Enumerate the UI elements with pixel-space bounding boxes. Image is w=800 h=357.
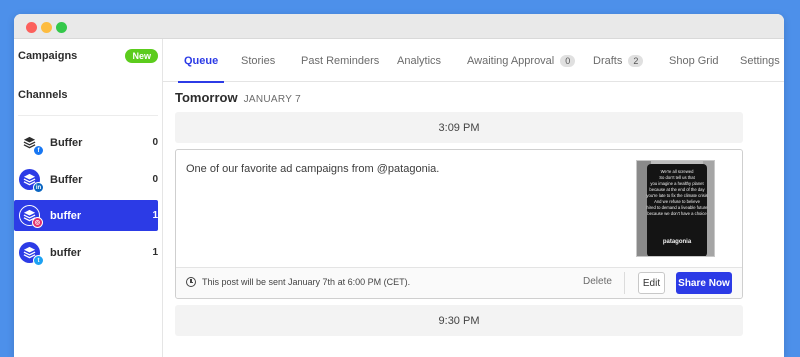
edit-button[interactable]: Edit	[638, 272, 665, 294]
tab-label: Awaiting Approval	[467, 54, 555, 67]
channel-name: Buffer	[50, 173, 83, 186]
minimize-window-button[interactable]	[41, 22, 52, 33]
tab-label: Drafts	[593, 54, 623, 67]
channel-name: Buffer	[50, 136, 83, 149]
clock-icon	[186, 277, 196, 287]
footer-divider	[624, 272, 625, 294]
schedule-info: This post will be sent January 7th at 6:…	[186, 277, 410, 287]
time-slot[interactable]: 3:09 PM	[175, 112, 743, 143]
channel-item[interactable]: t buffer 1	[14, 237, 158, 268]
tab-stories[interactable]: Stories	[241, 39, 275, 82]
tab-bar: Queue Stories Past Reminders Analytics A…	[163, 39, 784, 83]
tab-analytics[interactable]: Analytics	[397, 39, 441, 82]
tab-awaiting-approval[interactable]: Awaiting Approval 0	[467, 39, 576, 82]
tab-label: Analytics	[397, 54, 442, 67]
linkedin-icon: in	[33, 182, 44, 193]
channel-item[interactable]: in Buffer 0	[14, 164, 158, 195]
tab-label: Past Reminders	[301, 54, 380, 67]
channel-name: buffer	[50, 209, 82, 222]
facebook-icon: f	[33, 145, 44, 156]
time-slot-label: 3:09 PM	[438, 121, 480, 134]
new-badge: New	[125, 49, 158, 63]
date-label: JANUARY 7	[243, 94, 301, 105]
channel-count: 1	[152, 210, 158, 221]
channel-name: buffer	[50, 246, 82, 259]
image-line: We're all screwed	[661, 169, 695, 174]
sidebar: Campaigns New Channels f Buffer 0 in Buf…	[14, 39, 163, 357]
channel-avatar: ◎	[19, 205, 43, 228]
post-image-graphic: We're all screwed So don't tell us that …	[637, 161, 714, 256]
image-line: you're late to fix the climate crisis	[646, 193, 707, 198]
image-line: because at the end of the day	[649, 187, 705, 192]
tab-settings[interactable]: Settings	[740, 39, 780, 82]
share-now-button[interactable]: Share Now	[676, 272, 732, 294]
day-label: Tomorrow	[175, 90, 238, 105]
sidebar-divider	[18, 115, 158, 116]
tab-label: Queue	[184, 54, 219, 67]
schedule-info-text: This post will be sent January 7th at 6:…	[202, 277, 411, 287]
title-bar	[14, 14, 784, 39]
post-card: One of our favorite ad campaigns from @p…	[175, 149, 743, 299]
image-line: hired to demand a liveable future	[647, 205, 709, 210]
time-slot[interactable]: 9:30 PM	[175, 305, 743, 336]
tab-past-reminders[interactable]: Past Reminders	[301, 39, 379, 82]
instagram-icon: ◎	[32, 217, 43, 228]
tab-queue[interactable]: Queue	[177, 39, 225, 83]
image-line: because we don't have a choice	[647, 211, 707, 216]
time-slot-label: 9:30 PM	[438, 314, 480, 327]
channel-item[interactable]: f Buffer 0	[14, 127, 158, 158]
channel-count: 1	[152, 247, 158, 258]
delete-button[interactable]: Delete	[583, 276, 612, 287]
channel-count: 0	[152, 174, 158, 185]
tab-count-badge: 0	[560, 54, 576, 67]
campaigns-label: Campaigns	[18, 50, 78, 62]
image-line: So don't tell us that	[659, 175, 695, 180]
tab-shop-grid[interactable]: Shop Grid	[669, 39, 719, 82]
image-line: And we refuse to believe	[654, 199, 701, 204]
close-window-button[interactable]	[26, 22, 37, 33]
channel-avatar: in	[19, 169, 44, 193]
post-text: One of our favorite ad campaigns from @p…	[186, 163, 440, 175]
maximize-window-button[interactable]	[56, 22, 67, 33]
channels-heading: Channels	[18, 87, 158, 103]
image-brand: patagonia	[663, 239, 692, 245]
channel-avatar: f	[19, 132, 44, 156]
post-image[interactable]: We're all screwed So don't tell us that …	[636, 160, 715, 257]
app-window: Campaigns New Channels f Buffer 0 in Buf…	[14, 14, 784, 357]
tab-count-badge: 2	[628, 54, 644, 67]
queue-day-heading: Tomorrow JANUARY 7	[175, 90, 301, 105]
channels-label: Channels	[18, 89, 68, 101]
channel-item-active[interactable]: ◎ buffer 1	[14, 200, 158, 231]
post-footer: This post will be sent January 7th at 6:…	[176, 267, 742, 298]
image-line: you imagine a healthy planet	[650, 181, 704, 186]
tab-drafts[interactable]: Drafts 2	[593, 39, 644, 82]
channel-count: 0	[152, 137, 158, 148]
twitter-icon: t	[33, 255, 44, 266]
channel-avatar: t	[19, 242, 44, 266]
campaigns-link[interactable]: Campaigns New	[18, 48, 158, 64]
tab-label: Shop Grid	[669, 54, 719, 67]
tab-label: Stories	[241, 54, 276, 67]
tab-label: Settings	[740, 54, 780, 67]
